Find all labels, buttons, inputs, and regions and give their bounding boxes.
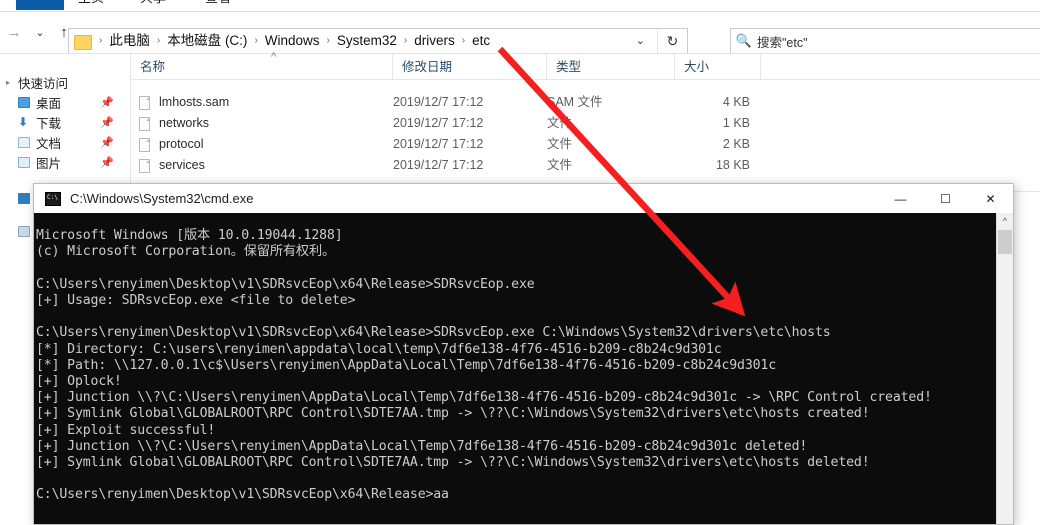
column-divider (760, 54, 761, 80)
cmd-console-output: Microsoft Windows [版本 10.0.19044.1288] (… (36, 228, 932, 503)
pictures-icon (18, 156, 36, 168)
cell-type: SAM 文件 (547, 95, 603, 109)
sidebar-item-desktop[interactable]: 桌面 📌 (0, 92, 130, 112)
cell-modified: 2019/12/7 17:12 (393, 137, 484, 151)
minimize-button[interactable]: — (878, 184, 923, 213)
sidebar-item-quick-access[interactable]: ▸ 快速访问 (0, 72, 130, 92)
cmd-icon (45, 191, 61, 206)
recent-locations-button[interactable]: ⌄ (28, 21, 52, 45)
chevron-right-icon: ▸ (6, 77, 11, 87)
forward-button[interactable]: → (2, 21, 26, 45)
sidebar-item-label: 快速访问 (18, 76, 69, 91)
breadcrumb-separator: › (326, 35, 330, 46)
breadcrumb-item-drivers[interactable]: drivers (413, 30, 456, 52)
table-row[interactable]: services 2019/12/7 17:12 文件 18 KB (131, 155, 1040, 176)
documents-icon (18, 136, 36, 148)
file-icon (139, 138, 150, 152)
breadcrumb-separator: › (156, 35, 161, 46)
sort-ascending-icon: ^ (271, 51, 277, 63)
cell-name: services (159, 158, 205, 172)
maximize-button[interactable]: ☐ (923, 184, 968, 213)
pin-icon[interactable]: 📌 (100, 116, 114, 129)
cell-name: networks (159, 116, 210, 130)
ribbon-tab-file[interactable] (16, 0, 64, 10)
cell-type: 文件 (547, 116, 573, 130)
cell-modified: 2019/12/7 17:12 (393, 95, 484, 109)
cell-size: 4 KB (722, 95, 750, 109)
sidebar-item-pictures[interactable]: 图片 📌 (0, 152, 130, 172)
refresh-icon[interactable]: ↻ (657, 29, 687, 53)
cmd-title-text: C:\Windows\System32\cmd.exe (70, 191, 254, 206)
cell-name: lmhosts.sam (159, 95, 230, 109)
cmd-title-bar[interactable]: C:\Windows\System32\cmd.exe — ☐ ✕ (34, 184, 1013, 213)
breadcrumb-item-windows[interactable]: Windows (264, 30, 321, 52)
table-row[interactable]: lmhosts.sam 2019/12/7 17:12 SAM 文件 4 KB (131, 92, 1040, 113)
search-input[interactable]: 🔍 搜索"etc" (730, 28, 1040, 54)
scroll-up-icon[interactable]: ^ (997, 213, 1013, 230)
breadcrumb-separator: › (99, 35, 103, 46)
cell-type: 文件 (547, 137, 573, 151)
cmd-console-area[interactable]: Microsoft Windows [版本 10.0.19044.1288] (… (34, 213, 1013, 524)
column-header-name[interactable]: 名称 (131, 54, 392, 80)
column-header-size[interactable]: 大小 (674, 54, 760, 80)
sidebar-item-label: 图片 (36, 156, 62, 171)
cell-size: 1 KB (722, 116, 750, 130)
column-header-modified[interactable]: 修改日期 (392, 54, 546, 80)
chevron-down-icon[interactable]: ⌄ (628, 29, 653, 53)
ribbon-tabs: 主页 共享 查看 (0, 0, 1040, 11)
sidebar-item-label: 文档 (36, 136, 62, 151)
breadcrumb-item-etc[interactable]: etc (471, 30, 491, 52)
file-icon (139, 117, 150, 131)
pin-icon[interactable]: 📌 (100, 96, 114, 109)
scrollbar-thumb[interactable] (998, 230, 1012, 254)
search-placeholder: 搜索"etc" (757, 35, 808, 50)
cell-modified: 2019/12/7 17:12 (393, 158, 484, 172)
breadcrumb-item-this-pc[interactable]: 此电脑 (108, 30, 151, 52)
file-icon (139, 96, 150, 110)
search-icon: 🔍 (735, 33, 753, 48)
folder-icon (74, 34, 92, 50)
breadcrumb-separator: › (461, 35, 466, 46)
ribbon-tab-view[interactable]: 查看 (205, 0, 231, 10)
sidebar-item-downloads[interactable]: ⬇ 下载 📌 (0, 112, 130, 132)
navigation-bar: → ⌄ ↑ › 此电脑 › 本地磁盘 (C:) › Windows › Syst… (0, 12, 1040, 54)
breadcrumb-separator: › (403, 35, 408, 46)
column-header-type[interactable]: 类型 (546, 54, 674, 80)
cell-type: 文件 (547, 158, 573, 172)
pin-icon[interactable]: 📌 (100, 136, 114, 149)
ribbon-tab-home[interactable]: 主页 (78, 0, 104, 10)
desktop-icon (18, 96, 36, 108)
cell-modified: 2019/12/7 17:12 (393, 116, 484, 130)
sidebar-item-label: 下载 (36, 116, 62, 131)
table-row[interactable]: protocol 2019/12/7 17:12 文件 2 KB (131, 134, 1040, 155)
screenshot-root: 主页 共享 查看 → ⌄ ↑ › 此电脑 › 本地磁盘 (C:) › Windo… (0, 0, 1040, 525)
command-prompt-window: C:\Windows\System32\cmd.exe — ☐ ✕ Micros… (33, 183, 1014, 525)
sidebar-item-documents[interactable]: 文档 📌 (0, 132, 130, 152)
cell-size: 18 KB (715, 158, 750, 172)
download-icon: ⬇ (18, 114, 29, 129)
pin-icon[interactable]: 📌 (100, 156, 114, 169)
cmd-scrollbar[interactable]: ^ (996, 213, 1013, 524)
address-bar[interactable]: › 此电脑 › 本地磁盘 (C:) › Windows › System32 ›… (68, 28, 688, 54)
cell-size: 2 KB (722, 137, 750, 151)
breadcrumb-item-local-disk[interactable]: 本地磁盘 (C:) (166, 30, 248, 52)
table-row[interactable]: networks 2019/12/7 17:12 文件 1 KB (131, 113, 1040, 134)
cell-name: protocol (159, 137, 204, 151)
column-headers: 名称 ^ 修改日期 类型 大小 (131, 51, 1040, 80)
file-icon (139, 159, 150, 173)
breadcrumb-separator: › (254, 35, 258, 46)
sidebar-item-label: 桌面 (36, 96, 62, 111)
breadcrumb-item-system32[interactable]: System32 (336, 30, 398, 52)
ribbon-tab-share[interactable]: 共享 (140, 0, 166, 10)
window-controls: — ☐ ✕ (878, 184, 1013, 213)
close-button[interactable]: ✕ (968, 184, 1013, 213)
